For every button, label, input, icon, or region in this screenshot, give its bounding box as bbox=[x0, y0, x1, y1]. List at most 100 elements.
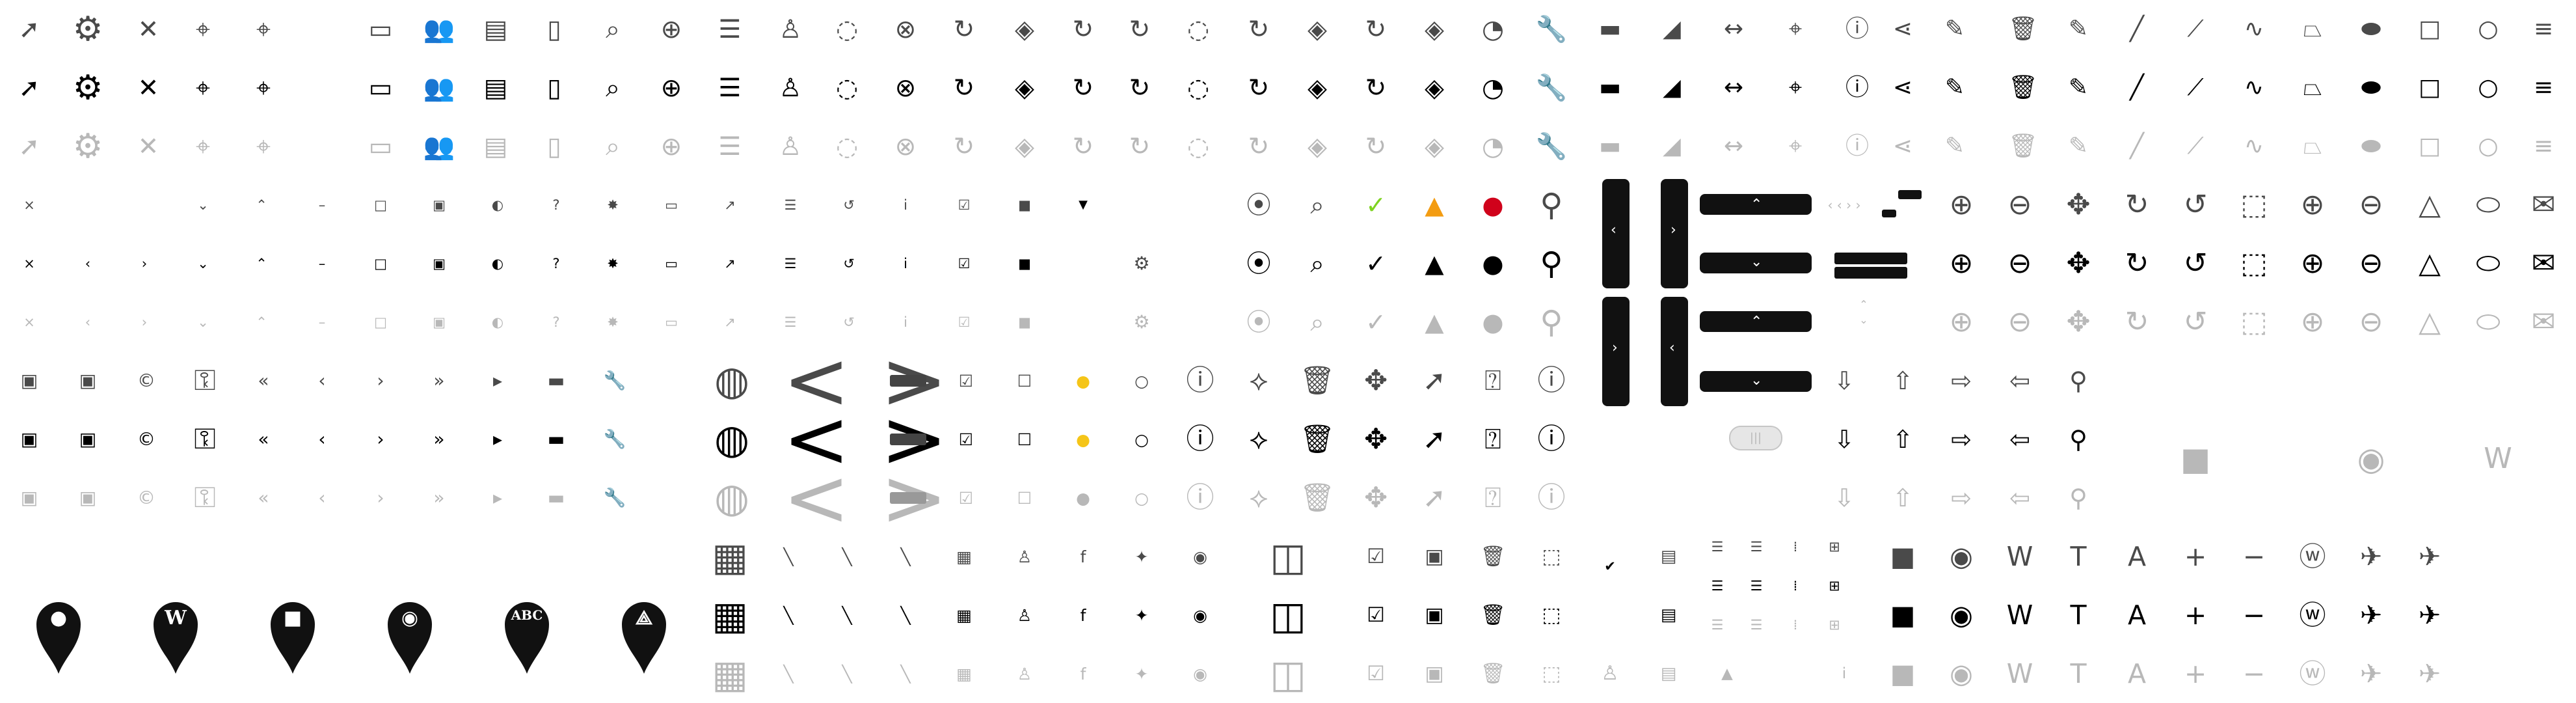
pill-right-top[interactable]: › bbox=[1661, 179, 1688, 288]
pill-up-1[interactable]: ⌃ bbox=[1700, 194, 1812, 215]
half-icon-glyph: ◐ bbox=[491, 197, 504, 213]
copyright-icon-glyph: © bbox=[137, 428, 155, 450]
calendar-icon-glyph: ▦ bbox=[956, 664, 972, 683]
polygon-icon: ⏢ bbox=[2298, 132, 2327, 161]
rotate-cw-icon: ↻ bbox=[2119, 305, 2154, 340]
checkbox-checked-icon-glyph: ☑ bbox=[958, 488, 974, 508]
tile-map-icon: ▦ bbox=[706, 533, 753, 580]
zoom-out-icon: ⊖ bbox=[2354, 187, 2389, 223]
list-icon: ☰ bbox=[782, 314, 799, 331]
rotate-cw-icon-glyph: ↻ bbox=[2125, 188, 2149, 221]
pen-line-icon: ╲ bbox=[837, 605, 857, 625]
polygon-icon-glyph: ⏢ bbox=[2303, 74, 2322, 101]
double-lt-icon-glyph: « bbox=[258, 428, 269, 450]
ellipse-icon-glyph: ⬭ bbox=[2476, 188, 2501, 221]
trash-icon-glyph: 🗑 bbox=[2008, 133, 2038, 159]
arrow-ne-icon-glyph: ↗ bbox=[724, 314, 736, 330]
zoom-in-icon-glyph: ⊕ bbox=[2300, 247, 2325, 280]
pill-left-top[interactable]: ‹ bbox=[1602, 179, 1630, 288]
pen-line-icon-glyph: ╲ bbox=[900, 664, 911, 683]
half-icon-glyph: ◐ bbox=[491, 255, 504, 271]
camera-icon-glyph: ◉ bbox=[1950, 540, 1973, 572]
pill-right-bottom[interactable]: › bbox=[1602, 297, 1630, 406]
zoom-icon: ⌕ bbox=[1302, 307, 1332, 337]
check-circle-icon: ✓ bbox=[1361, 190, 1391, 220]
polyline-icon-glyph: ⟋ bbox=[2187, 74, 2204, 101]
pill-left-bottom[interactable]: ‹ bbox=[1661, 297, 1688, 406]
ellipse-icon: ⬭ bbox=[2471, 246, 2506, 281]
filled-square-icon-glyph: ■ bbox=[1018, 255, 1031, 271]
doc-search-icon-glyph: ▤ bbox=[1660, 664, 1677, 683]
pill-down-1[interactable]: ⌄ bbox=[1700, 253, 1812, 273]
helicopter-icon: ✈ bbox=[2413, 599, 2446, 631]
target-icon-glyph: ⌖ bbox=[256, 14, 271, 44]
checkmark-icon: ✔ bbox=[1602, 558, 1618, 575]
measure-icon: ↔ bbox=[1719, 15, 1748, 44]
search-icon-glyph: ⌕ bbox=[606, 14, 620, 44]
filled-square-icon: ■ bbox=[1016, 255, 1033, 272]
zoom-in-icon-glyph: ⊕ bbox=[1949, 305, 1974, 338]
helicopter-icon: ✈ bbox=[2413, 540, 2446, 573]
gauge-icon: ◔ bbox=[1477, 131, 1509, 162]
zoom-icon-glyph: ⌕ bbox=[1310, 249, 1324, 278]
gt-icon-glyph: › bbox=[141, 314, 148, 330]
pill-up-2[interactable]: ⌃ bbox=[1700, 311, 1812, 332]
toggle-switch[interactable]: ||| bbox=[1729, 426, 1782, 450]
info-i-icon-glyph: i bbox=[904, 197, 907, 213]
crosshair-icon-glyph: ⌖ bbox=[196, 131, 210, 161]
radio-yellow-icon-glyph: ● bbox=[1076, 430, 1090, 449]
comment-flag-icon: ▣ bbox=[18, 487, 40, 509]
rotate-icon-glyph: ↻ bbox=[953, 73, 975, 103]
arrow-right-icon-glyph: ⇨ bbox=[1951, 366, 1972, 395]
tile-map-icon: ▦ bbox=[706, 650, 753, 697]
zoom-in-icon: ⊕ bbox=[1944, 305, 1979, 340]
document-icon: ▯ bbox=[539, 14, 570, 45]
pencil-icon-glyph: ✎ bbox=[2068, 133, 2089, 159]
zoom-in-icon-glyph: ⊕ bbox=[2300, 305, 2325, 338]
rotate-icon-glyph: ↻ bbox=[1072, 14, 1094, 44]
ruler-icon-glyph: ▬ bbox=[1598, 133, 1621, 159]
pencil-icon-glyph: ✎ bbox=[1944, 16, 1965, 42]
radio-yellow-icon-glyph: ● bbox=[1076, 371, 1090, 391]
zoom-in-icon: ⊕ bbox=[2295, 305, 2330, 340]
zoom-in-icon-glyph: ⊕ bbox=[1949, 188, 1974, 221]
identify-icon-glyph: ⍰ bbox=[1484, 364, 1501, 397]
list-icon-glyph: ☰ bbox=[784, 314, 797, 330]
camera-icon: ◉ bbox=[1945, 599, 1978, 631]
eye-icon-glyph: ◉ bbox=[1193, 547, 1207, 566]
rotate-icon: ↻ bbox=[1243, 14, 1274, 45]
zoom-out-icon-glyph: ⊖ bbox=[2359, 247, 2383, 280]
calendar-icon-glyph: ▦ bbox=[956, 547, 972, 566]
x-small-icon-glyph: × bbox=[23, 255, 35, 271]
wiki-pin-icon: ⓦ bbox=[2296, 657, 2329, 690]
copy-square-icon-glyph: ▣ bbox=[1425, 661, 1444, 685]
select-poly-icon-glyph: ➚ bbox=[1422, 364, 1447, 397]
ruler-up-icon: ◢ bbox=[1657, 74, 1686, 102]
polyline-icon-glyph: ⟋ bbox=[2187, 133, 2204, 159]
delete-poly-icon: 🗑 bbox=[1300, 364, 1335, 398]
pin-dot-marker: ● bbox=[33, 594, 85, 675]
mail-icon-glyph: ✉ bbox=[2531, 247, 2556, 280]
save-icon: ▣ bbox=[77, 370, 99, 392]
globe-icon-glyph: ⊕ bbox=[660, 73, 682, 103]
gt-icon: › bbox=[369, 428, 392, 450]
double-gt-icon: » bbox=[428, 428, 450, 450]
arrow-up-icon: ⇧ bbox=[1888, 424, 1918, 454]
arrow-right-icon: ⇨ bbox=[1946, 366, 1976, 396]
resize-box-icon: ⬚ bbox=[1539, 603, 1564, 627]
line-icon-glyph: ╱ bbox=[2130, 133, 2144, 159]
play-small-icon-glyph: ▸ bbox=[492, 370, 503, 391]
question-icon-glyph: ? bbox=[552, 197, 560, 213]
checkbox-icon: ☑ bbox=[956, 255, 973, 272]
gt-icon-glyph: › bbox=[377, 428, 384, 450]
gauge-icon-glyph: ◔ bbox=[1481, 14, 1505, 44]
pill-down-2[interactable]: ⌄ bbox=[1700, 371, 1812, 392]
checkbox-checked-icon-glyph: ☑ bbox=[958, 371, 974, 391]
info-pin-icon: ⓘ bbox=[1843, 15, 1872, 44]
arrow-down-icon: ⇩ bbox=[1829, 483, 1859, 513]
globe-icon: ⊕ bbox=[656, 14, 687, 45]
comment-flag-icon-glyph: ▣ bbox=[20, 370, 38, 391]
question-icon-glyph: ? bbox=[552, 255, 560, 271]
ellipse-icon-glyph: ⬭ bbox=[2476, 247, 2501, 280]
rotate-icon: ↻ bbox=[1124, 131, 1155, 162]
